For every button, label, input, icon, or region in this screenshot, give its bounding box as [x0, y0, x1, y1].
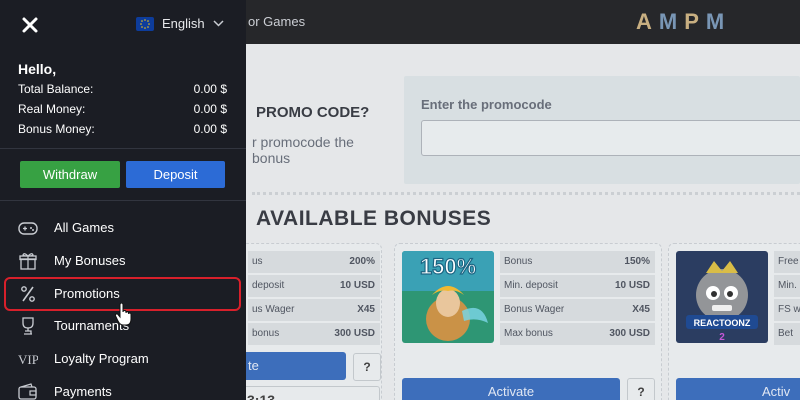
menu-label: Loyalty Program	[54, 351, 149, 366]
balance-row-bonus: Bonus Money: 0.00 $	[18, 122, 227, 136]
menu-label: All Games	[54, 220, 114, 235]
eu-flag-icon	[136, 16, 154, 31]
wallet-icon	[18, 383, 37, 400]
menu-label: Payments	[54, 384, 112, 399]
greeting: Hello,	[18, 61, 57, 77]
divider	[0, 148, 246, 149]
language-selector[interactable]: English	[136, 16, 224, 31]
balance-row-real: Real Money: 0.00 $	[18, 102, 227, 116]
menu-item-payments[interactable]: Payments	[0, 377, 246, 400]
svg-text:VIP: VIP	[18, 352, 38, 367]
withdraw-button[interactable]: Withdraw	[20, 161, 120, 188]
divider	[0, 200, 246, 201]
close-icon[interactable]	[19, 14, 41, 36]
language-label: English	[162, 16, 205, 31]
balance-row-total: Total Balance: 0.00 $	[18, 82, 227, 96]
menu-item-loyalty[interactable]: VIP Loyalty Program	[0, 344, 246, 374]
menu-item-my-bonuses[interactable]: My Bonuses	[0, 246, 246, 276]
trophy-icon	[22, 317, 34, 335]
side-drawer: English Hello, Total Balance: 0.00 $ Rea…	[0, 0, 246, 400]
gift-icon	[19, 253, 37, 270]
vip-icon: VIP	[18, 352, 38, 367]
menu-item-all-games[interactable]: All Games	[0, 213, 246, 243]
chevron-down-icon	[213, 20, 224, 27]
gamepad-icon	[18, 222, 38, 235]
menu-label: My Bonuses	[54, 253, 126, 268]
hand-cursor-icon	[115, 303, 132, 326]
deposit-button[interactable]: Deposit	[126, 161, 225, 188]
